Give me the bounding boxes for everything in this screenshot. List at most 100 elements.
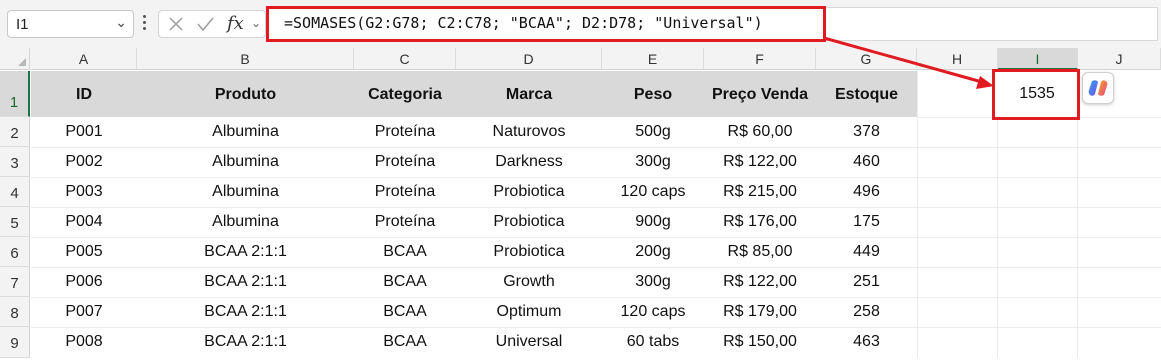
table-cell[interactable]: 460 (816, 153, 917, 171)
table-cell[interactable]: R$ 122,00 (704, 273, 816, 291)
table-cell[interactable]: P008 (31, 333, 137, 351)
table-cell[interactable]: Albumina (137, 213, 354, 231)
table-cell[interactable]: 449 (816, 243, 917, 261)
table-cell[interactable]: Probiotica (456, 213, 602, 231)
column-headers: A B C D E F G H I J (0, 48, 1161, 70)
table-cell[interactable]: Growth (456, 273, 602, 291)
table-cell[interactable]: R$ 179,00 (704, 303, 816, 321)
column-header-i[interactable]: I (998, 48, 1078, 70)
cancel-icon[interactable] (168, 16, 184, 32)
row-header-7[interactable]: 7 (0, 267, 30, 297)
table-header-categoria[interactable]: Categoria (354, 86, 456, 104)
name-box[interactable]: I1 ⌄ (7, 10, 134, 38)
column-header-j[interactable]: J (1078, 48, 1161, 70)
table-cell[interactable]: 463 (816, 333, 917, 351)
row-header-2[interactable]: 2 (0, 117, 30, 147)
table-cell[interactable]: Darkness (456, 153, 602, 171)
gridline (31, 267, 1161, 268)
table-cell[interactable]: 496 (816, 183, 917, 201)
table-cell[interactable]: R$ 150,00 (704, 333, 816, 351)
row-header-4[interactable]: 4 (0, 177, 30, 207)
column-header-b[interactable]: B (137, 48, 354, 70)
table-cell[interactable]: P005 (31, 243, 137, 261)
column-header-d[interactable]: D (456, 48, 602, 70)
table-cell[interactable]: BCAA (354, 243, 456, 261)
table-cell[interactable]: 60 tabs (602, 333, 704, 351)
table-cell[interactable]: Proteína (354, 213, 456, 231)
row-header-3[interactable]: 3 (0, 147, 30, 177)
copilot-icon[interactable] (1082, 72, 1114, 104)
table-cell[interactable]: 300g (602, 153, 704, 171)
table-cell[interactable]: P004 (31, 213, 137, 231)
table-cell[interactable]: Albumina (137, 123, 354, 141)
table-cell[interactable]: P002 (31, 153, 137, 171)
table-cell[interactable]: BCAA (354, 333, 456, 351)
table-header-id[interactable]: ID (31, 86, 137, 104)
table-cell[interactable]: R$ 215,00 (704, 183, 816, 201)
table-cell[interactable]: Proteína (354, 153, 456, 171)
table-cell[interactable]: 258 (816, 303, 917, 321)
table-cell[interactable]: 120 caps (602, 183, 704, 201)
table-cell[interactable]: BCAA 2:1:1 (137, 243, 354, 261)
table-cell[interactable]: 300g (602, 273, 704, 291)
table-cell[interactable]: P003 (31, 183, 137, 201)
table-cell[interactable]: Naturovos (456, 123, 602, 141)
formula-text[interactable]: =SOMASES(G2:G78; C2:C78; "BCAA"; D2:D78;… (284, 14, 763, 32)
row-header-5[interactable]: 5 (0, 207, 30, 237)
table-cell[interactable]: 378 (816, 123, 917, 141)
table-cell[interactable]: BCAA 2:1:1 (137, 333, 354, 351)
table-cell[interactable]: 251 (816, 273, 917, 291)
row-header-1[interactable]: 1 (0, 71, 30, 117)
chevron-down-icon[interactable]: ⌄ (251, 16, 261, 30)
table-cell[interactable]: P001 (31, 123, 137, 141)
table-cell[interactable]: R$ 122,00 (704, 153, 816, 171)
column-header-h[interactable]: H (917, 48, 998, 70)
table-cell[interactable]: 500g (602, 123, 704, 141)
row-header-6[interactable]: 6 (0, 237, 30, 267)
confirm-icon[interactable] (196, 16, 214, 32)
formula-buttons: fx ⌄ (158, 10, 266, 38)
select-all-corner[interactable] (0, 48, 30, 70)
row-header-9[interactable]: 9 (0, 327, 30, 358)
gridline (917, 71, 918, 358)
table-cell[interactable]: R$ 60,00 (704, 123, 816, 141)
table-cell[interactable]: Proteína (354, 123, 456, 141)
table-cell[interactable]: BCAA 2:1:1 (137, 303, 354, 321)
column-header-e[interactable]: E (602, 48, 704, 70)
table-header-marca[interactable]: Marca (456, 86, 602, 104)
table-cell[interactable]: Albumina (137, 183, 354, 201)
gridline (31, 327, 1161, 328)
table-cell[interactable]: R$ 176,00 (704, 213, 816, 231)
column-header-a[interactable]: A (31, 48, 137, 70)
table-header-estoque[interactable]: Estoque (816, 86, 917, 104)
table-cell[interactable]: BCAA (354, 303, 456, 321)
table-cell[interactable]: 120 caps (602, 303, 704, 321)
table-cell[interactable]: Probiotica (456, 243, 602, 261)
table-header-produto[interactable]: Produto (137, 86, 354, 104)
column-header-c[interactable]: C (354, 48, 456, 70)
fx-icon[interactable]: fx (227, 13, 244, 34)
table-cell[interactable]: Universal (456, 333, 602, 351)
table-cell[interactable]: P007 (31, 303, 137, 321)
column-header-g[interactable]: G (816, 48, 917, 70)
column-header-f[interactable]: F (704, 48, 816, 70)
table-cell[interactable]: Proteína (354, 183, 456, 201)
table-header-peso[interactable]: Peso (602, 86, 704, 104)
table-cell[interactable]: 200g (602, 243, 704, 261)
table-header-preco-venda[interactable]: Preço Venda (704, 86, 816, 104)
chevron-down-icon[interactable]: ⌄ (115, 14, 127, 31)
table-cell[interactable]: R$ 85,00 (704, 243, 816, 261)
table-cell[interactable]: Optimum (456, 303, 602, 321)
more-options-icon[interactable] (141, 12, 147, 34)
table-cell[interactable]: 900g (602, 213, 704, 231)
table-cell[interactable]: P006 (31, 273, 137, 291)
result-cell-value[interactable]: 1535 (1000, 85, 1074, 103)
gridline (31, 207, 1161, 208)
table-cell[interactable]: 175 (816, 213, 917, 231)
table-cell[interactable]: Probiotica (456, 183, 602, 201)
row-header-8[interactable]: 8 (0, 297, 30, 327)
table-cell[interactable]: BCAA (354, 273, 456, 291)
gridline (31, 147, 1161, 148)
table-cell[interactable]: BCAA 2:1:1 (137, 273, 354, 291)
table-cell[interactable]: Albumina (137, 153, 354, 171)
